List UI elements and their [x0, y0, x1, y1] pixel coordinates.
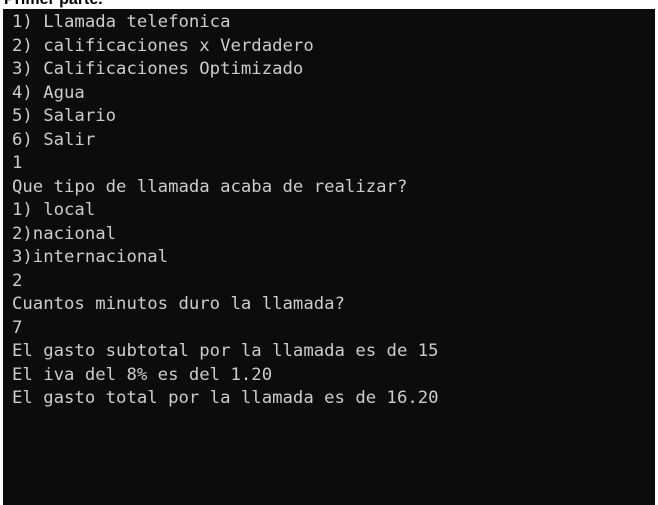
console-line-input-call-type: 2	[12, 270, 23, 291]
console-output: 1) Llamada telefonica 2) calificaciones …	[12, 11, 439, 411]
console-line-menu-5: 5) Salario	[12, 106, 117, 126]
console-line-subtotal: El gasto subtotal por la llamada es de 1…	[12, 341, 439, 361]
console-line-call-international: 3)internacional	[12, 247, 169, 267]
console-line-iva: El iva del 8% es del 1.20	[12, 364, 273, 385]
console-line-menu-2: 2) calificaciones x Verdadero	[12, 35, 314, 56]
console-line-input-minutes: 7	[12, 317, 23, 338]
console-window[interactable]: 1) Llamada telefonica 2) calificaciones …	[3, 9, 655, 505]
section-heading: Primer parte.	[4, 0, 103, 9]
console-line-input-option: 1	[12, 153, 23, 173]
console-line-menu-6: 6) Salir	[12, 129, 96, 150]
console-line-menu-3: 3) Calificaciones Optimizado	[12, 59, 304, 79]
console-line-call-national: 2)nacional	[12, 223, 117, 244]
console-line-prompt-call-type: Que tipo de llamada acaba de realizar?	[12, 176, 408, 197]
console-line-menu-1: 1) Llamada telefonica	[12, 12, 231, 32]
console-line-prompt-minutes: Cuantos minutos duro la llamada?	[12, 294, 345, 314]
console-line-menu-4: 4) Agua	[12, 82, 85, 103]
console-line-total: El gasto total por la llamada es de 16.2…	[12, 388, 439, 408]
console-line-call-local: 1) local	[12, 200, 96, 220]
